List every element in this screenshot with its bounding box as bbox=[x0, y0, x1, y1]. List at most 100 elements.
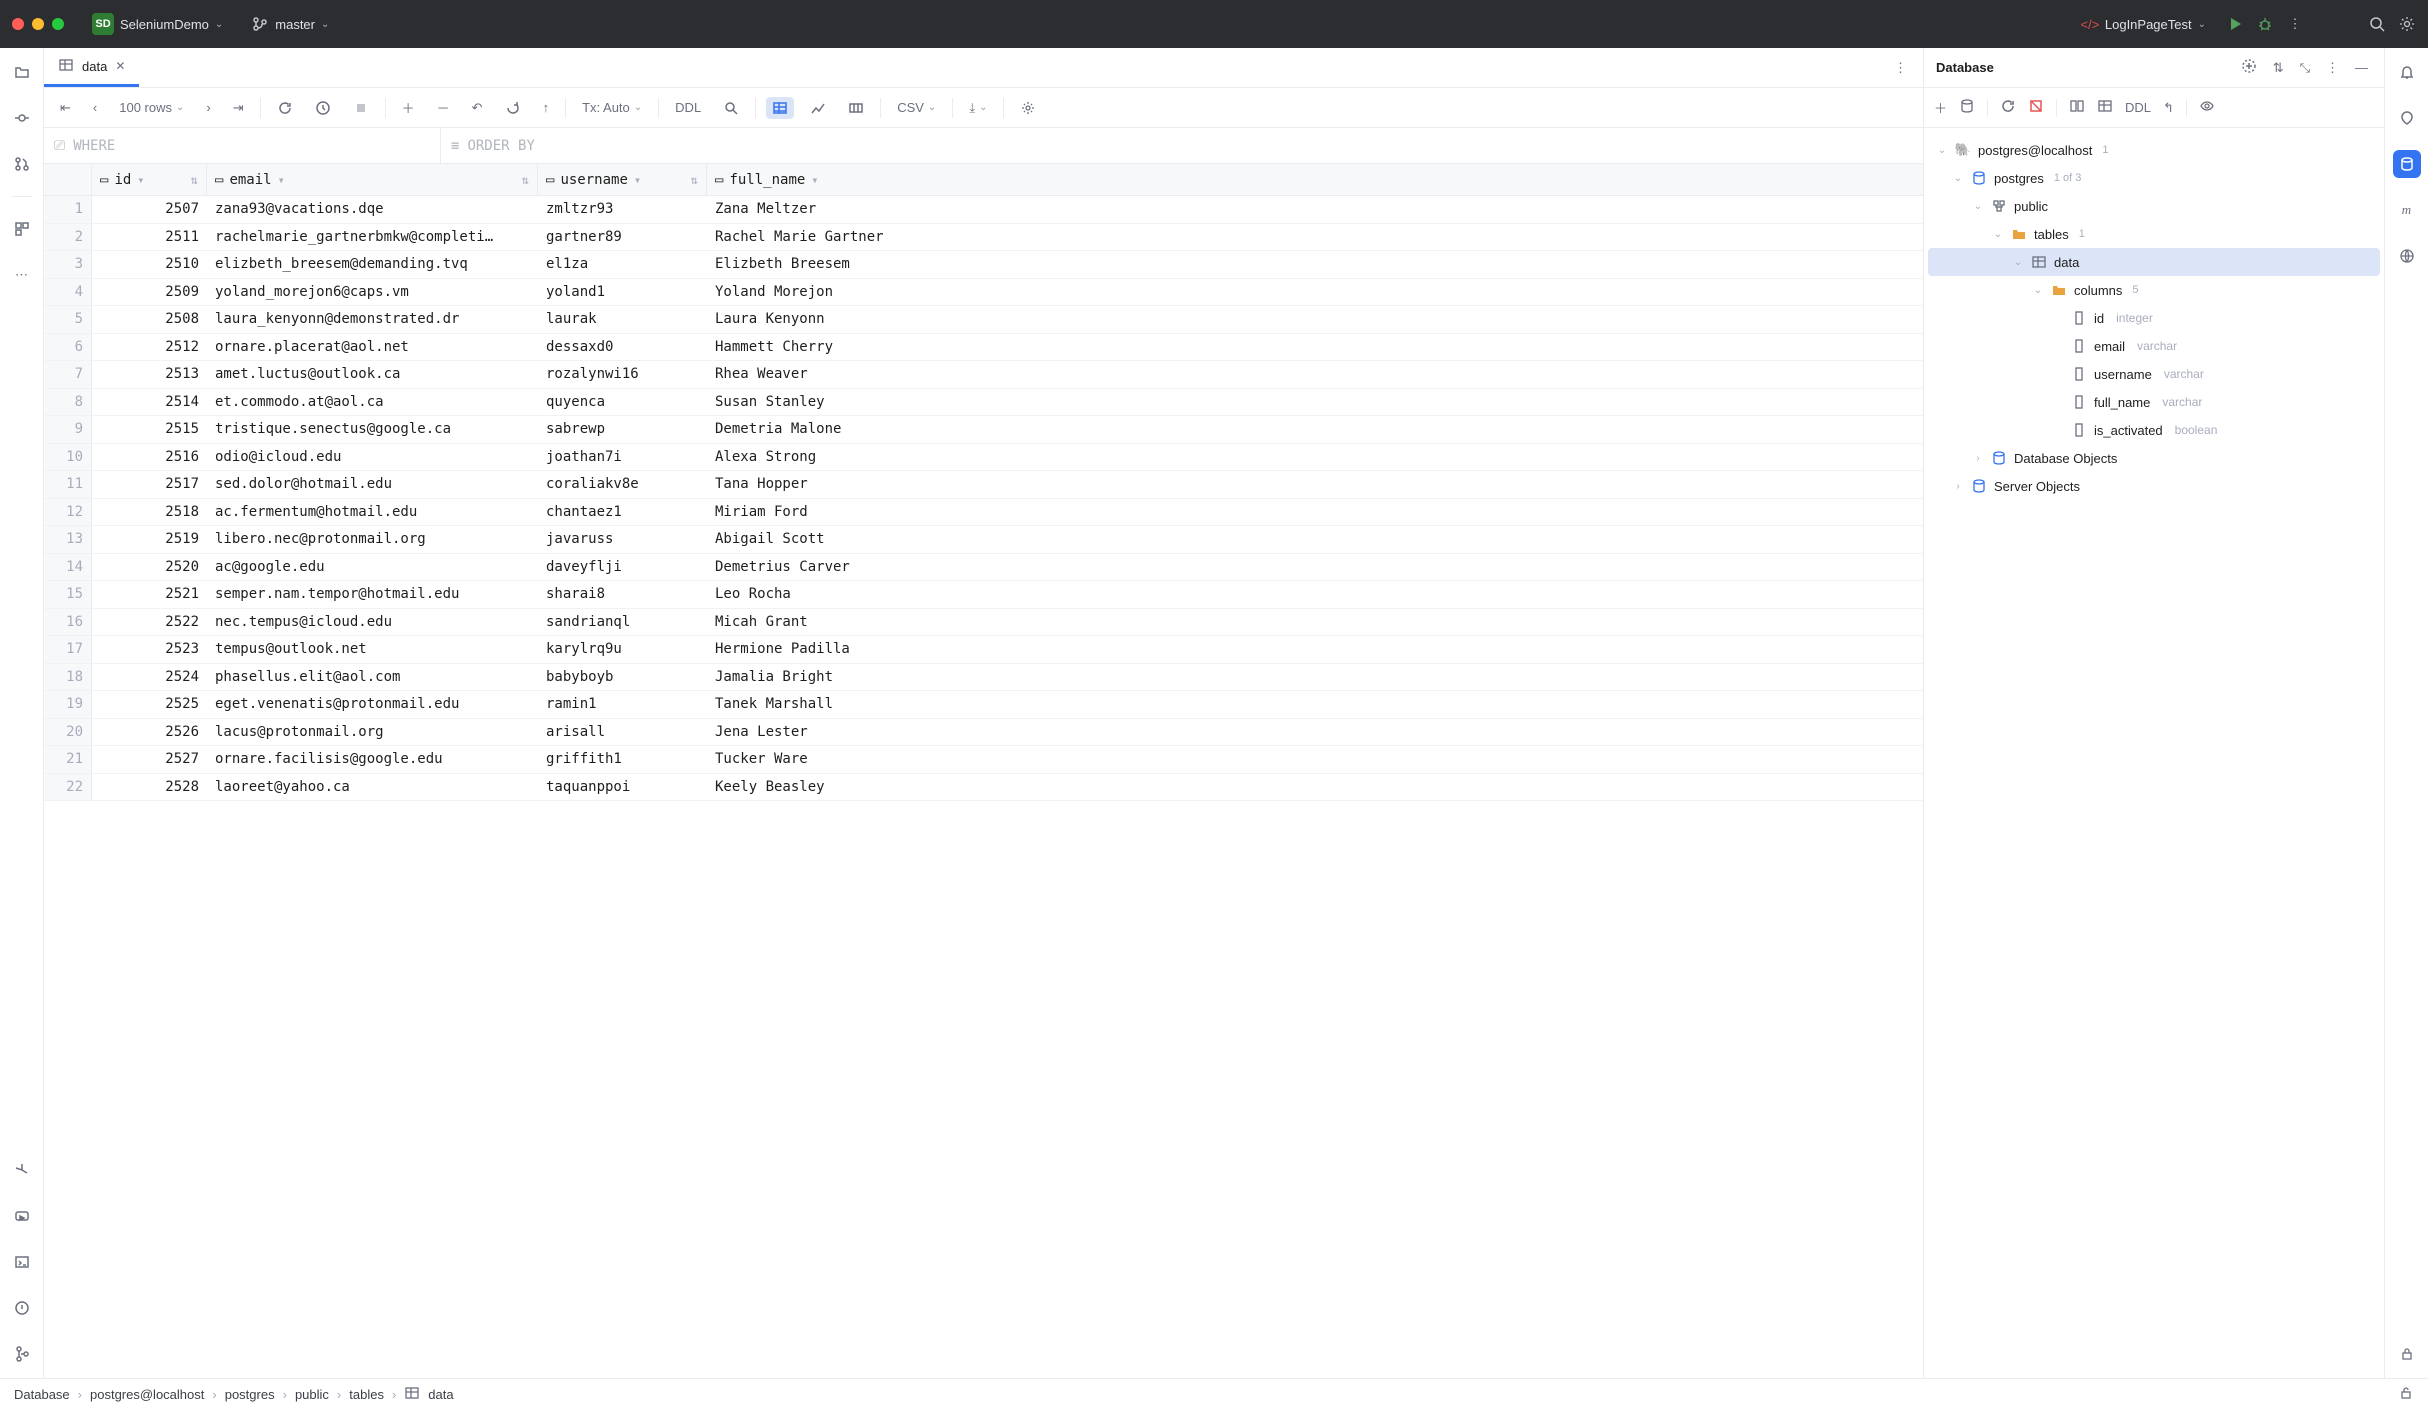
maximize-window-button[interactable] bbox=[52, 18, 64, 30]
table-row[interactable]: 12 2518 ac.fermentum@hotmail.edu chantae… bbox=[44, 499, 1923, 527]
tree-column[interactable]: usernamevarchar bbox=[1928, 360, 2380, 388]
tree-datasource[interactable]: ⌄🐘postgres@localhost1 bbox=[1928, 136, 2380, 164]
duplicate-button[interactable] bbox=[1959, 98, 1975, 117]
expand-collapse-button[interactable]: ⇅ bbox=[2269, 60, 2288, 76]
services-tool-button[interactable] bbox=[8, 1202, 36, 1230]
cell-fullname[interactable]: Laura Kenyonn bbox=[707, 306, 1923, 333]
project-tool-button[interactable] bbox=[8, 58, 36, 86]
cell-email[interactable]: eget.venenatis@protonmail.edu bbox=[207, 691, 538, 718]
cell-id[interactable]: 2522 bbox=[92, 609, 207, 636]
breadcrumb[interactable]: postgres bbox=[225, 1387, 275, 1402]
disconnect-button[interactable] bbox=[2028, 98, 2044, 117]
cell-fullname[interactable]: Demetria Malone bbox=[707, 416, 1923, 443]
cell-id[interactable]: 2514 bbox=[92, 389, 207, 416]
database-tool-button[interactable] bbox=[2393, 150, 2421, 178]
cell-username[interactable]: gartner89 bbox=[538, 224, 707, 251]
cell-email[interactable]: tempus@outlook.net bbox=[207, 636, 538, 663]
table-row[interactable]: 14 2520 ac@google.edu daveyflji Demetriu… bbox=[44, 554, 1923, 582]
cell-username[interactable]: daveyflji bbox=[538, 554, 707, 581]
debug-button[interactable] bbox=[2256, 15, 2274, 33]
ddl-button[interactable]: DDL bbox=[669, 97, 707, 118]
table-row[interactable]: 7 2513 amet.luctus@outlook.ca rozalynwi1… bbox=[44, 361, 1923, 389]
cell-fullname[interactable]: Rhea Weaver bbox=[707, 361, 1923, 388]
cell-fullname[interactable]: Susan Stanley bbox=[707, 389, 1923, 416]
table-row[interactable]: 15 2521 semper.nam.tempor@hotmail.edu sh… bbox=[44, 581, 1923, 609]
cell-username[interactable]: quyenca bbox=[538, 389, 707, 416]
cell-fullname[interactable]: Tana Hopper bbox=[707, 471, 1923, 498]
more-actions-button[interactable]: ⋮ bbox=[2286, 15, 2304, 33]
cell-email[interactable]: sed.dolor@hotmail.edu bbox=[207, 471, 538, 498]
filter-icon[interactable]: ▾ bbox=[137, 173, 144, 187]
sort-icon[interactable]: ⇅ bbox=[522, 173, 529, 187]
table-row[interactable]: 19 2525 eget.venenatis@protonmail.edu ra… bbox=[44, 691, 1923, 719]
prev-page-button[interactable]: ‹ bbox=[87, 97, 103, 118]
table-row[interactable]: 10 2516 odio@icloud.edu joathan7i Alexa … bbox=[44, 444, 1923, 472]
table-row[interactable]: 22 2528 laoreet@yahoo.ca taquanppoi Keel… bbox=[44, 774, 1923, 802]
cell-id[interactable]: 2512 bbox=[92, 334, 207, 361]
cell-username[interactable]: dessaxd0 bbox=[538, 334, 707, 361]
jump-button[interactable]: ↰ bbox=[2163, 100, 2174, 116]
lock-button[interactable] bbox=[2393, 1340, 2421, 1368]
find-button[interactable] bbox=[717, 97, 745, 119]
tree-column[interactable]: idinteger bbox=[1928, 304, 2380, 332]
terminal-tool-button[interactable] bbox=[8, 1248, 36, 1276]
close-tab-button[interactable]: ✕ bbox=[115, 59, 125, 73]
table-row[interactable]: 3 2510 elizbeth_breesem@demanding.tvq el… bbox=[44, 251, 1923, 279]
cell-username[interactable]: chantaez1 bbox=[538, 499, 707, 526]
cell-id[interactable]: 2511 bbox=[92, 224, 207, 251]
breadcrumb[interactable]: postgres@localhost bbox=[90, 1387, 204, 1402]
cell-id[interactable]: 2521 bbox=[92, 581, 207, 608]
table-mode-button[interactable] bbox=[2097, 98, 2113, 117]
cell-id[interactable]: 2526 bbox=[92, 719, 207, 746]
commit-tool-button[interactable] bbox=[8, 104, 36, 132]
breadcrumb[interactable]: Database bbox=[14, 1387, 70, 1402]
cell-email[interactable]: libero.nec@protonmail.org bbox=[207, 526, 538, 553]
cell-username[interactable]: javaruss bbox=[538, 526, 707, 553]
cell-fullname[interactable]: Alexa Strong bbox=[707, 444, 1923, 471]
sort-icon[interactable]: ⇅ bbox=[691, 173, 698, 187]
cell-username[interactable]: babyboyb bbox=[538, 664, 707, 691]
cell-email[interactable]: lacus@protonmail.org bbox=[207, 719, 538, 746]
cell-email[interactable]: semper.nam.tempor@hotmail.edu bbox=[207, 581, 538, 608]
cell-id[interactable]: 2516 bbox=[92, 444, 207, 471]
tree-column[interactable]: emailvarchar bbox=[1928, 332, 2380, 360]
table-row[interactable]: 21 2527 ornare.facilisis@google.edu grif… bbox=[44, 746, 1923, 774]
cell-username[interactable]: coraliakv8e bbox=[538, 471, 707, 498]
web-tool-button[interactable] bbox=[2393, 242, 2421, 270]
cell-fullname[interactable]: Elizbeth Breesem bbox=[707, 251, 1923, 278]
reload-button[interactable] bbox=[271, 97, 299, 119]
close-window-button[interactable] bbox=[12, 18, 24, 30]
cell-username[interactable]: sabrewp bbox=[538, 416, 707, 443]
cell-email[interactable]: yoland_morejon6@caps.vm bbox=[207, 279, 538, 306]
run-config-selector[interactable]: </> LogInPageTest ⌄ bbox=[2073, 11, 2214, 37]
cell-fullname[interactable]: Tucker Ware bbox=[707, 746, 1923, 773]
collapse-all-button[interactable]: ⤡ bbox=[2296, 60, 2314, 76]
add-row-button[interactable]: ＋ bbox=[396, 95, 421, 120]
settings-button[interactable] bbox=[2398, 15, 2416, 33]
filter-icon[interactable]: ▾ bbox=[634, 173, 641, 187]
cell-username[interactable]: sharai8 bbox=[538, 581, 707, 608]
cell-email[interactable]: et.commodo.at@aol.ca bbox=[207, 389, 538, 416]
structure-tool-button[interactable] bbox=[8, 215, 36, 243]
table-row[interactable]: 5 2508 laura_kenyonn@demonstrated.dr lau… bbox=[44, 306, 1923, 334]
tab-options-button[interactable]: ⋮ bbox=[1886, 60, 1915, 76]
tree-server-objects[interactable]: ›Server Objects bbox=[1928, 472, 2380, 500]
cell-fullname[interactable]: Miriam Ford bbox=[707, 499, 1923, 526]
export-format-selector[interactable]: CSV ⌄ bbox=[891, 97, 942, 118]
table-row[interactable]: 20 2526 lacus@protonmail.org arisall Jen… bbox=[44, 719, 1923, 747]
cell-username[interactable]: sandrianql bbox=[538, 609, 707, 636]
cell-id[interactable]: 2525 bbox=[92, 691, 207, 718]
cell-id[interactable]: 2510 bbox=[92, 251, 207, 278]
cell-fullname[interactable]: Zana Meltzer bbox=[707, 196, 1923, 223]
cell-username[interactable]: ramin1 bbox=[538, 691, 707, 718]
panel-options-button[interactable]: ⋮ bbox=[2322, 60, 2343, 76]
tree-database[interactable]: ⌄postgres1 of 3 bbox=[1928, 164, 2380, 192]
ai-assistant-button[interactable] bbox=[2393, 104, 2421, 132]
cell-id[interactable]: 2527 bbox=[92, 746, 207, 773]
table-row[interactable]: 2 2511 rachelmarie_gartnerbmkw@completi…… bbox=[44, 224, 1923, 252]
table-row[interactable]: 13 2519 libero.nec@protonmail.org javaru… bbox=[44, 526, 1923, 554]
download-button[interactable]: ⤓ ⌄ bbox=[963, 97, 993, 119]
notifications-button[interactable] bbox=[2393, 58, 2421, 86]
cell-email[interactable]: amet.luctus@outlook.ca bbox=[207, 361, 538, 388]
cell-username[interactable]: zmltzr93 bbox=[538, 196, 707, 223]
